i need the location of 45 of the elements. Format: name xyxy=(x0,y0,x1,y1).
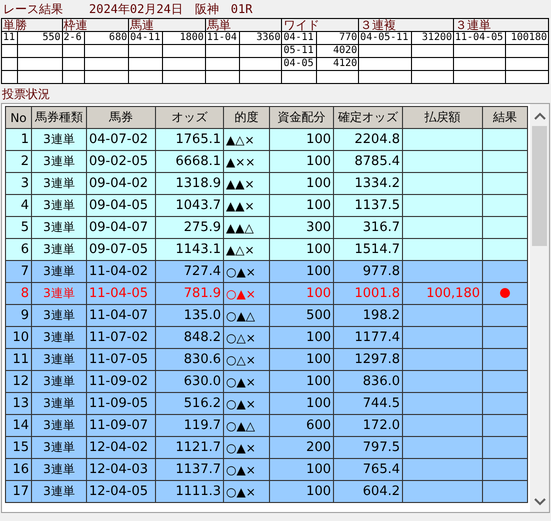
table-cell: 604.2 xyxy=(334,480,402,502)
table-cell: 1111.3 xyxy=(156,480,224,502)
scrollbar[interactable] xyxy=(530,104,549,512)
column-header: 馬券種類 xyxy=(32,106,86,128)
table-cell: 3360 xyxy=(240,32,282,44)
table-cell: 3連単 xyxy=(32,480,86,502)
section-title: 投票状況 xyxy=(1,86,51,103)
chevron-down-icon[interactable] xyxy=(534,498,546,506)
column-header: 馬券 xyxy=(86,106,156,128)
table-cell: 04-05-11 xyxy=(358,32,412,44)
table-cell: ○▲× xyxy=(224,480,270,502)
table-cell: 11-04-05 xyxy=(454,32,506,44)
column-header: 結果 xyxy=(482,106,528,128)
table-cell: 12-04-05 xyxy=(86,480,156,502)
column-header: 資金配分 xyxy=(270,106,334,128)
payout-category: ３連複 xyxy=(358,18,454,32)
column-header: 的度 xyxy=(224,106,270,128)
payout-category: 枠連 xyxy=(62,18,129,32)
table-cell: 17 xyxy=(6,480,32,502)
column-header: No xyxy=(6,106,32,128)
payout-category: ワイド xyxy=(282,18,359,32)
table-cell: 100 xyxy=(270,480,334,502)
race-date: 2024年02月24日 xyxy=(89,0,183,18)
table-cell: 4120 xyxy=(316,58,359,70)
column-header: オッズ xyxy=(156,106,224,128)
venue: 阪神 xyxy=(194,0,219,18)
race-number: 01R xyxy=(230,2,252,16)
table-cell: 4020 xyxy=(316,44,359,58)
chevron-up-icon[interactable] xyxy=(534,112,546,120)
table-cell: 11 xyxy=(2,32,18,44)
table-cell: 04-11 xyxy=(128,32,163,44)
table-cell: 680 xyxy=(84,32,129,44)
column-header: 確定オッズ xyxy=(334,106,402,128)
payout-category: 馬単 xyxy=(205,18,282,32)
column-header: 払戻額 xyxy=(402,106,482,128)
table-cell: 770 xyxy=(316,32,359,44)
table-cell: 550 xyxy=(18,32,62,44)
payout-category: 馬連 xyxy=(128,18,206,32)
section-title: レース結果 xyxy=(3,0,63,18)
scrollbar-thumb[interactable] xyxy=(532,126,547,246)
table-cell: 31200 xyxy=(411,32,454,44)
table-cell: 100180 xyxy=(506,32,548,44)
table-cell: 1800 xyxy=(162,32,206,44)
payout-category: 単勝 xyxy=(2,18,62,32)
payout-category: ３連単 xyxy=(454,18,548,32)
